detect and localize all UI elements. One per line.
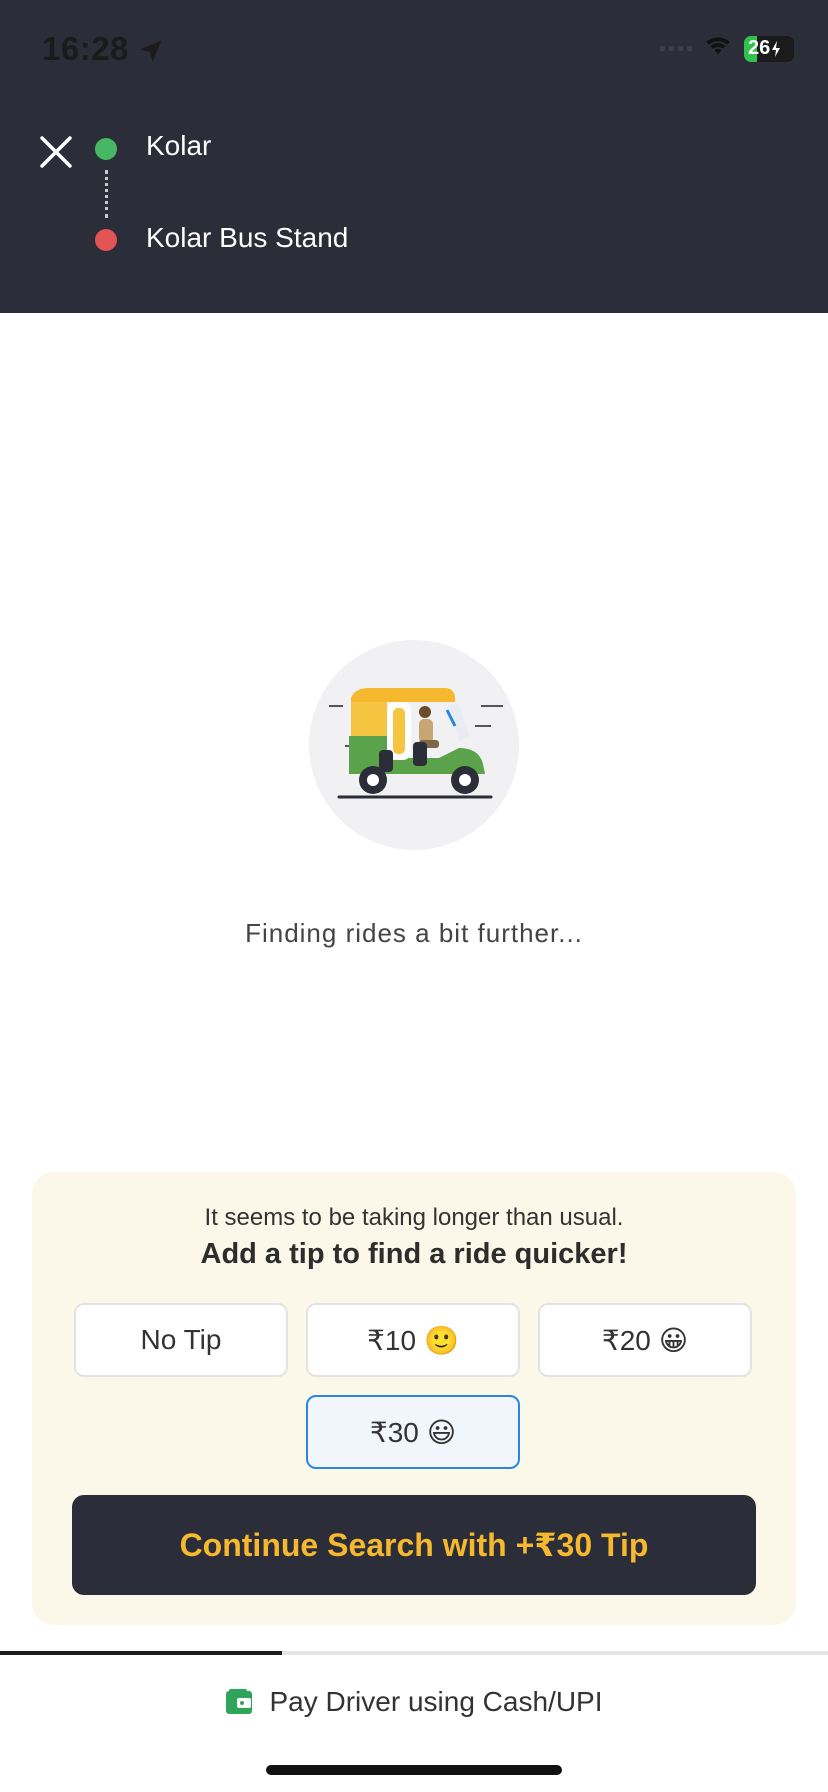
location-arrow-icon bbox=[137, 35, 165, 63]
tip-card: It seems to be taking longer than usual.… bbox=[32, 1172, 796, 1625]
origin-dot-icon bbox=[95, 138, 117, 160]
payment-label: Pay Driver using Cash/UPI bbox=[269, 1686, 603, 1717]
tip-option-label: ₹30 bbox=[369, 1416, 419, 1448]
grin-emoji-icon: 😀 bbox=[658, 1324, 689, 1356]
home-indicator[interactable] bbox=[266, 1765, 562, 1775]
tip-option-30[interactable]: ₹30 😃 bbox=[306, 1395, 520, 1469]
search-progress-bar bbox=[0, 1651, 828, 1655]
cellular-signal-icon bbox=[660, 46, 692, 51]
origin-location[interactable]: Kolar bbox=[146, 130, 211, 162]
close-button[interactable] bbox=[36, 132, 76, 172]
big-smile-emoji-icon: 😃 bbox=[426, 1416, 457, 1448]
tip-headline: Add a tip to find a ride quicker! bbox=[200, 1238, 628, 1270]
battery-icon: 26 bbox=[744, 35, 794, 62]
tip-option-label: ₹10 bbox=[367, 1324, 417, 1356]
auto-rickshaw-illustration bbox=[309, 640, 519, 850]
tip-option-label: No Tip bbox=[140, 1324, 222, 1355]
time-text: 16:28 bbox=[42, 30, 129, 67]
battery-text: 26 bbox=[748, 37, 771, 59]
payment-method[interactable]: Pay Driver using Cash/UPI bbox=[0, 1686, 828, 1718]
close-icon bbox=[40, 136, 72, 168]
search-progress-fill bbox=[0, 1651, 282, 1655]
destination-location[interactable]: Kolar Bus Stand bbox=[146, 222, 348, 254]
tip-option-10[interactable]: ₹10 🙂 bbox=[306, 1303, 520, 1377]
slight-smile-emoji-icon: 🙂 bbox=[424, 1324, 459, 1356]
destination-dot-icon bbox=[95, 229, 117, 251]
route-connector bbox=[105, 170, 108, 218]
continue-search-button[interactable]: Continue Search with +₹30 Tip bbox=[72, 1495, 756, 1595]
status-bar-time: 16:28 bbox=[42, 30, 165, 68]
auto-rickshaw-icon bbox=[329, 688, 503, 799]
tip-option-label: ₹20 bbox=[601, 1324, 651, 1356]
wifi-icon bbox=[702, 32, 734, 65]
tip-option-20[interactable]: ₹20 😀 bbox=[538, 1303, 752, 1377]
tip-option-no-tip[interactable]: No Tip bbox=[74, 1303, 288, 1377]
status-bar-right: 26 bbox=[660, 32, 794, 65]
searching-status-text: Finding rides a bit further... bbox=[245, 918, 583, 948]
wallet-icon bbox=[225, 1688, 255, 1716]
tip-message: It seems to be taking longer than usual. bbox=[204, 1204, 624, 1231]
header: 16:28 26 Kolar Kolar Bus Stand bbox=[0, 0, 828, 313]
